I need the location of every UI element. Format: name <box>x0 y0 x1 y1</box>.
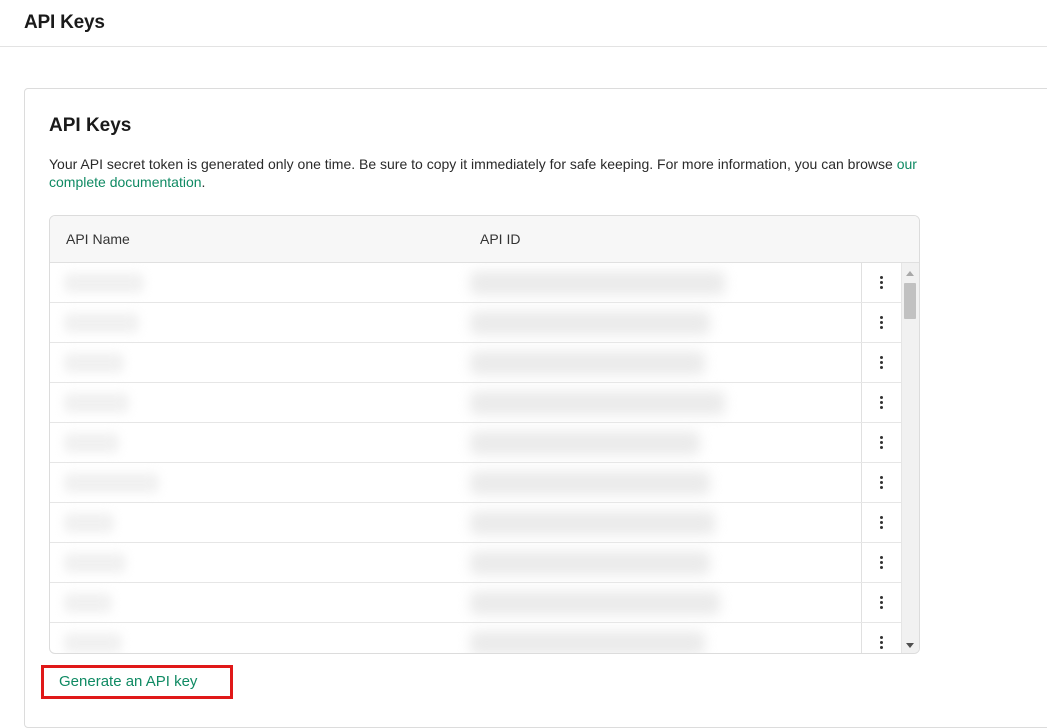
row-menu-button[interactable] <box>861 463 901 502</box>
api-name-cell <box>64 513 114 533</box>
table-row <box>50 303 901 343</box>
api-id-cell <box>470 351 705 375</box>
api-name-cell <box>64 593 112 613</box>
api-id-cell <box>470 271 725 295</box>
description: Your API secret token is generated only … <box>49 155 929 191</box>
column-header-api-id: API ID <box>480 231 521 247</box>
row-menu-button[interactable] <box>861 343 901 382</box>
kebab-menu-icon <box>880 476 883 489</box>
kebab-menu-icon <box>880 356 883 369</box>
kebab-menu-icon <box>880 276 883 289</box>
row-menu-button[interactable] <box>861 263 901 302</box>
api-id-cell <box>470 551 710 575</box>
kebab-menu-icon <box>880 396 883 409</box>
table-row <box>50 623 901 653</box>
api-name-cell <box>64 433 119 453</box>
scroll-thumb[interactable] <box>904 283 916 319</box>
api-name-cell <box>64 393 129 413</box>
row-menu-button[interactable] <box>861 543 901 582</box>
api-name-cell <box>64 473 159 493</box>
table-body <box>50 263 901 653</box>
table-row <box>50 543 901 583</box>
table-row <box>50 423 901 463</box>
row-menu-button[interactable] <box>861 303 901 342</box>
kebab-menu-icon <box>880 636 883 649</box>
column-header-api-name: API Name <box>66 231 130 247</box>
api-name-cell <box>64 553 126 573</box>
table-row <box>50 583 901 623</box>
api-id-cell <box>470 311 710 335</box>
description-text: Your API secret token is generated only … <box>49 156 897 172</box>
top-bar: API Keys <box>0 0 1047 47</box>
api-id-cell <box>470 431 700 455</box>
row-menu-button[interactable] <box>861 383 901 422</box>
api-id-cell <box>470 631 705 653</box>
api-id-cell <box>470 511 715 535</box>
table-row <box>50 383 901 423</box>
kebab-menu-icon <box>880 596 883 609</box>
table-row <box>50 463 901 503</box>
api-name-cell <box>64 633 122 653</box>
table-row <box>50 503 901 543</box>
api-name-cell <box>64 353 124 373</box>
table-header: API Name API ID <box>50 216 919 263</box>
kebab-menu-icon <box>880 556 883 569</box>
kebab-menu-icon <box>880 316 883 329</box>
scroll-down-arrow-icon[interactable] <box>906 643 914 648</box>
row-menu-button[interactable] <box>861 623 901 653</box>
api-name-cell <box>64 313 139 333</box>
card-title: API Keys <box>49 115 132 136</box>
table-scrollbar[interactable] <box>901 263 919 653</box>
api-id-cell <box>470 471 710 495</box>
row-menu-button[interactable] <box>861 503 901 542</box>
api-name-cell <box>64 273 144 293</box>
page-title: API Keys <box>24 12 105 33</box>
api-keys-card: API Keys Your API secret token is genera… <box>24 88 1047 728</box>
api-id-cell <box>470 391 725 415</box>
kebab-menu-icon <box>880 516 883 529</box>
row-menu-button[interactable] <box>861 423 901 462</box>
table-row <box>50 343 901 383</box>
generate-api-key-button[interactable]: Generate an API key <box>41 665 233 699</box>
kebab-menu-icon <box>880 436 883 449</box>
table-row <box>50 263 901 303</box>
scroll-up-arrow-icon[interactable] <box>906 271 914 276</box>
api-keys-table: API Name API ID <box>49 215 920 654</box>
api-id-cell <box>470 591 720 615</box>
row-menu-button[interactable] <box>861 583 901 622</box>
description-end: . <box>201 174 206 190</box>
